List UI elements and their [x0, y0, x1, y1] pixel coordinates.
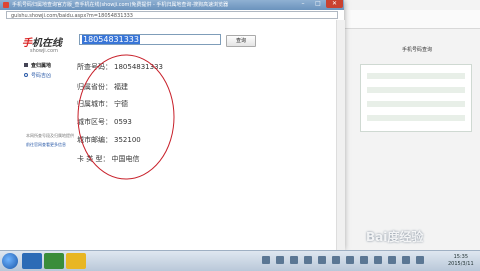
- taskbar: 15:35 2015/3/11: [0, 250, 480, 271]
- annotation-oval: [77, 54, 175, 180]
- background-browser-page: 手机号码查询: [344, 0, 480, 250]
- tray-icon[interactable]: [346, 256, 354, 264]
- taskbar-app-explorer[interactable]: [44, 253, 64, 269]
- tray-icon[interactable]: [402, 256, 410, 264]
- tray-icon[interactable]: [374, 256, 382, 264]
- tray-icon[interactable]: [388, 256, 396, 264]
- start-button[interactable]: [2, 253, 18, 269]
- vertical-scrollbar[interactable]: [336, 20, 345, 250]
- tray-icon[interactable]: [332, 256, 340, 264]
- tray-icon[interactable]: [318, 256, 326, 264]
- taskbar-app-browser[interactable]: [22, 253, 42, 269]
- clock-date: 2015/3/11: [448, 261, 474, 267]
- tray-icon[interactable]: [290, 256, 298, 264]
- watermark: Bai度经验: [366, 230, 424, 244]
- system-tray: [262, 256, 424, 264]
- red-circle-annotation: [77, 54, 175, 180]
- taskbar-clock[interactable]: 15:35 2015/3/11: [448, 254, 474, 268]
- popup-window: 手机号码归属地查询官方版_查手机在线(showji.com)免费提供 - 手机归…: [0, 0, 345, 250]
- tray-icon[interactable]: [304, 256, 312, 264]
- background-panel: [360, 64, 472, 132]
- tray-icon[interactable]: [262, 256, 270, 264]
- tray-icon[interactable]: [360, 256, 368, 264]
- clock-time: 15:35: [453, 254, 469, 260]
- background-toolbar: [344, 10, 480, 29]
- tray-icon[interactable]: [276, 256, 284, 264]
- taskbar-app-folder[interactable]: [66, 253, 86, 269]
- background-page-text: 手机号码查询: [402, 47, 433, 53]
- tray-icon[interactable]: [416, 256, 424, 264]
